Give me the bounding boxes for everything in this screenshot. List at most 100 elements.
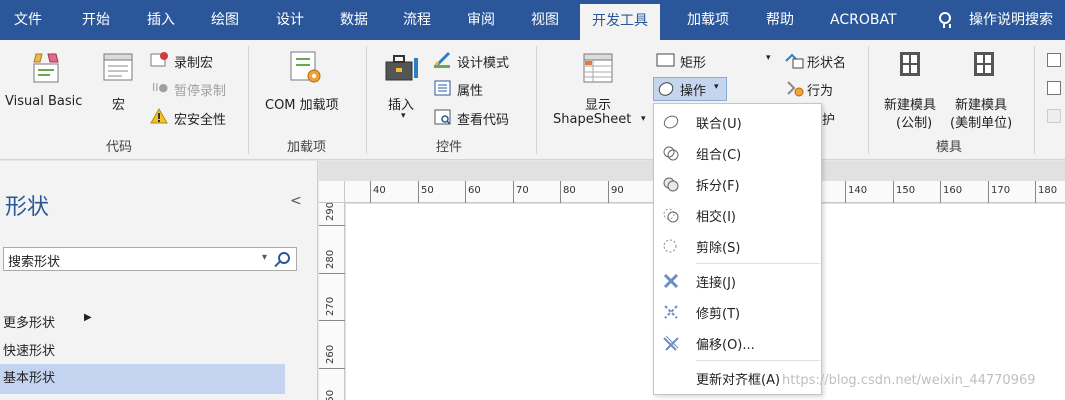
menu-item-intersect[interactable]: 相交(I) <box>654 200 821 230</box>
protection-button[interactable]: 护 <box>822 109 835 128</box>
record-macro-icon <box>150 52 168 67</box>
checkbox-disabled <box>1047 109 1061 123</box>
ruler-label: 50 <box>421 185 434 196</box>
macros-button[interactable]: 宏 <box>112 94 125 113</box>
search-shapes-placeholder: 搜索形状 <box>8 255 61 270</box>
watermark-text: https://blog.csdn.net/weixin_44770969 <box>782 373 1036 388</box>
checkbox[interactable] <box>1047 53 1061 67</box>
show-shapesheet-line2[interactable]: ShapeSheet <box>553 112 631 127</box>
vertical-ruler: 290 280 270 260 250 <box>319 181 345 400</box>
macro-security-button[interactable]: 宏安全性 <box>174 109 226 128</box>
more-shapes-item[interactable]: 更多形状 <box>3 312 55 331</box>
join-icon <box>663 273 679 289</box>
ruler-label: 80 <box>563 185 576 196</box>
ruler-label: 170 <box>991 185 1011 196</box>
macros-icon <box>103 53 133 81</box>
behavior-button[interactable]: 行为 <box>807 80 833 99</box>
shapes-panel-title: 形状 <box>5 195 50 220</box>
operations-icon <box>658 82 674 96</box>
new-stencil-metric-line1[interactable]: 新建模具 <box>884 94 936 113</box>
ruler-corner <box>319 181 345 203</box>
menu-item-label: 连接(J) <box>696 276 736 291</box>
new-stencil-us-icon <box>974 52 994 76</box>
pause-recording-button[interactable]: 暂停录制 <box>174 80 226 99</box>
tab-file[interactable]: 文件 <box>14 0 42 40</box>
visual-basic-button[interactable]: Visual Basic <box>5 94 82 109</box>
design-mode-button[interactable]: 设计模式 <box>457 52 509 71</box>
menu-item-offset[interactable]: 偏移(O)... <box>654 328 821 358</box>
tab-developer[interactable]: 开发工具 <box>580 4 660 40</box>
tab-design[interactable]: 设计 <box>276 0 304 40</box>
show-shapesheet-line1[interactable]: 显示 <box>585 94 611 113</box>
menu-item-trim[interactable]: 修剪(T) <box>654 297 821 327</box>
tab-insert[interactable]: 插入 <box>147 0 175 40</box>
com-addins-button[interactable]: COM 加载项 <box>265 94 339 113</box>
chevron-down-icon[interactable]: ▾ <box>262 252 267 263</box>
pause-icon: II● <box>152 81 169 94</box>
ruler-label: 250 <box>325 389 336 400</box>
tab-help[interactable]: 帮助 <box>766 0 794 40</box>
menu-tab-bar: 文件 开始 插入 绘图 设计 数据 流程 审阅 视图 开发工具 加载项 帮助 A… <box>0 0 1065 40</box>
ruler-label: 290 <box>325 201 336 221</box>
tab-process[interactable]: 流程 <box>403 0 431 40</box>
tab-data[interactable]: 数据 <box>340 0 368 40</box>
checkbox[interactable] <box>1047 81 1061 95</box>
union-icon <box>663 115 679 129</box>
ruler-label: 40 <box>373 185 386 196</box>
tab-draw[interactable]: 绘图 <box>211 0 239 40</box>
ruler-label: 90 <box>611 185 624 196</box>
group-label-code: 代码 <box>106 140 133 155</box>
group-separator <box>248 46 249 154</box>
ribbon: Visual Basic 宏 录制宏 II● 暂停录制 宏安全性 代码 COM … <box>0 40 1065 160</box>
offset-icon <box>663 335 679 351</box>
operations-label: 操作 <box>680 84 707 99</box>
menu-item-join[interactable]: 连接(J) <box>654 266 821 296</box>
tab-home[interactable]: 开始 <box>82 0 110 40</box>
menu-separator <box>696 263 820 264</box>
search-shapes-input[interactable]: 搜索形状 ▾ <box>3 247 297 271</box>
trim-icon <box>664 305 678 319</box>
search-icon[interactable] <box>278 252 290 264</box>
ruler-label: 270 <box>325 296 336 316</box>
menu-item-combine[interactable]: 组合(C) <box>654 138 821 168</box>
subtract-icon <box>663 239 677 253</box>
menu-item-subtract[interactable]: 剪除(S) <box>654 231 821 261</box>
ruler-label: 60 <box>468 185 481 196</box>
visual-basic-icon <box>33 53 59 83</box>
basic-shapes-item[interactable]: 基本形状 <box>0 364 285 394</box>
group-separator <box>536 46 537 154</box>
operations-button[interactable]: 操作 ▾ <box>653 77 727 101</box>
new-stencil-us-line2[interactable]: (美制单位) <box>950 112 1012 131</box>
tab-view[interactable]: 视图 <box>531 0 559 40</box>
menu-item-union[interactable]: 联合(U) <box>654 107 821 137</box>
rectangle-button[interactable]: 矩形 <box>680 52 706 71</box>
new-stencil-metric-line2[interactable]: (公制) <box>896 112 932 131</box>
chevron-right-icon: ▶ <box>84 312 92 323</box>
view-code-button[interactable]: 查看代码 <box>457 109 509 128</box>
record-macro-button[interactable]: 录制宏 <box>174 52 213 71</box>
tab-review[interactable]: 审阅 <box>467 0 495 40</box>
collapse-panel-icon[interactable]: < <box>290 193 302 209</box>
tab-addins[interactable]: 加载项 <box>687 0 729 40</box>
chevron-down-icon: ▾ <box>401 111 406 121</box>
menu-item-fragment[interactable]: 拆分(F) <box>654 169 821 199</box>
quick-shapes-item[interactable]: 快速形状 <box>3 340 55 359</box>
new-stencil-us-line1[interactable]: 新建模具 <box>955 94 1007 113</box>
menu-item-label: 拆分(F) <box>696 179 740 194</box>
chevron-down-icon: ▾ <box>714 82 719 92</box>
properties-button[interactable]: 属性 <box>457 80 483 99</box>
com-addins-icon <box>290 51 321 83</box>
tell-me-search[interactable]: 操作说明搜索 <box>969 0 1053 40</box>
group-separator <box>1034 46 1035 154</box>
group-label-stencil: 模具 <box>936 140 963 155</box>
group-separator <box>868 46 869 154</box>
ruler-label: 70 <box>516 185 529 196</box>
menu-item-label: 偏移(O)... <box>696 338 755 353</box>
operations-dropdown-menu: 联合(U) 组合(C) 拆分(F) 相交(I) 剪除(S) 连接(J) 修剪(T… <box>653 103 822 395</box>
menu-item-label: 更新对齐框(A) <box>696 373 781 388</box>
tab-acrobat[interactable]: ACROBAT <box>830 0 897 40</box>
rectangle-icon <box>656 53 675 67</box>
menu-item-label: 组合(C) <box>696 148 742 163</box>
shape-name-button[interactable]: 形状名 <box>807 52 846 71</box>
ruler-label: 140 <box>848 185 868 196</box>
